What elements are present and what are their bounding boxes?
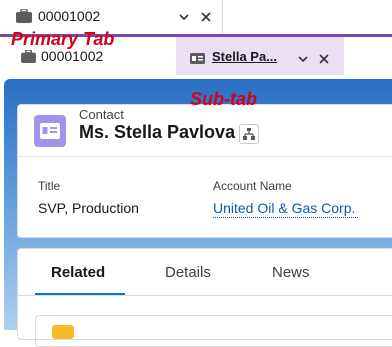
account-name-link[interactable]: United Oil & Gas Corp. <box>213 200 355 216</box>
highlights-panel: Title SVP, Production Account Name Unite… <box>17 156 392 238</box>
close-icon[interactable] <box>318 52 330 70</box>
tab-divider <box>18 295 392 296</box>
tab-news[interactable]: News <box>272 264 310 281</box>
sub-tab-annotation: Sub-tab <box>190 89 257 109</box>
related-list-icon <box>52 325 74 339</box>
chevron-down-icon[interactable] <box>178 10 190 28</box>
sub-tab-label: 00001002 <box>41 48 104 64</box>
hierarchy-button[interactable] <box>239 124 259 144</box>
title-field-value: SVP, Production <box>38 200 139 216</box>
tab-related[interactable]: Related <box>51 264 105 281</box>
tab-details[interactable]: Details <box>165 264 211 281</box>
contact-icon <box>34 115 66 147</box>
sub-tab-contact[interactable]: Stella Pa... <box>176 37 344 75</box>
case-icon <box>21 49 36 68</box>
account-link-underline <box>213 217 358 218</box>
related-list-card <box>35 315 392 347</box>
primary-tab-annotation: Primary Tab <box>11 29 115 49</box>
case-icon <box>16 8 32 28</box>
object-type-label: Contact <box>79 107 124 122</box>
chevron-down-icon[interactable] <box>297 52 309 70</box>
title-field-label: Title <box>38 179 61 193</box>
related-tabs-card: Related Details News <box>17 248 392 347</box>
sub-tab-label: Stella Pa... <box>212 49 278 64</box>
close-icon[interactable] <box>200 10 212 28</box>
primary-tab-label: 00001002 <box>38 8 101 24</box>
record-name: Ms. Stella Pavlova <box>79 122 236 142</box>
account-name-field-label: Account Name <box>213 179 292 193</box>
record-header: Contact Ms. Stella Pavlova <box>17 104 392 158</box>
contact-card-icon <box>190 51 205 69</box>
hierarchy-icon <box>243 128 255 140</box>
